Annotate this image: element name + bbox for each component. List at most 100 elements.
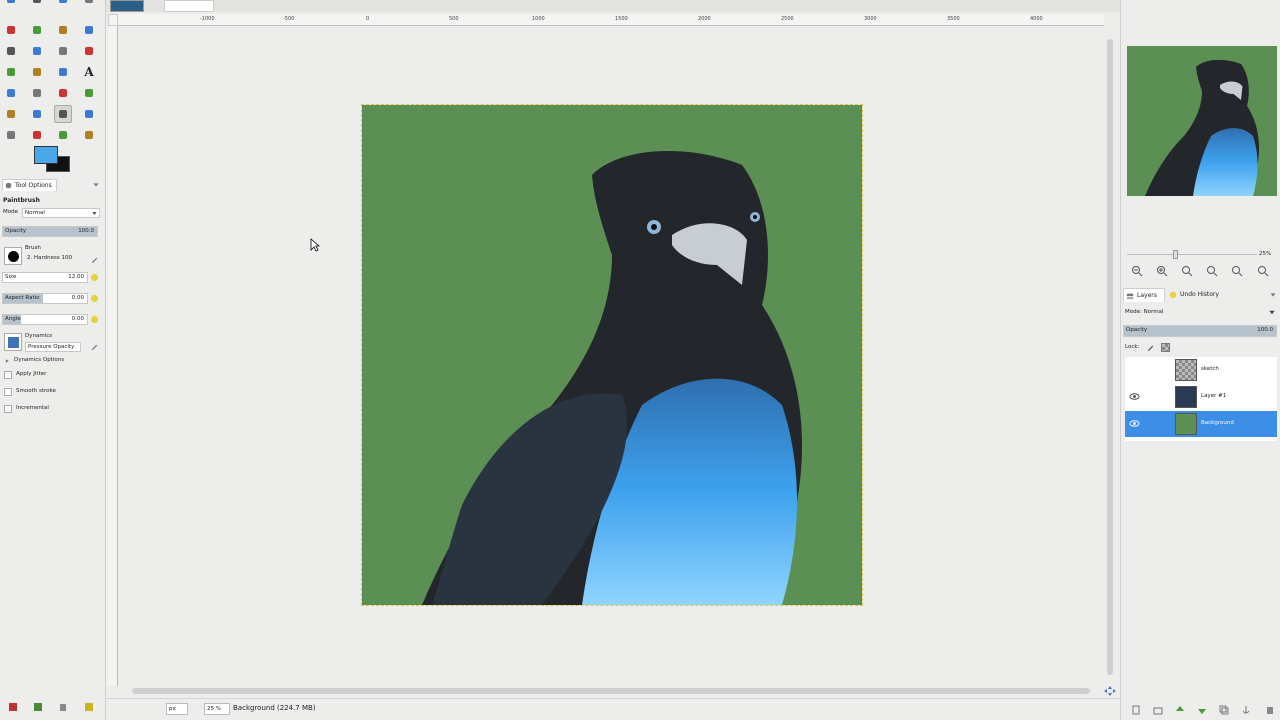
- paths-icon[interactable]: [2, 21, 20, 39]
- new-layer-icon[interactable]: [1131, 705, 1141, 715]
- heal-icon[interactable]: [80, 126, 98, 144]
- angle-slider[interactable]: Angle 0.00: [2, 314, 88, 325]
- image-canvas[interactable]: [361, 104, 863, 606]
- ink-icon[interactable]: [28, 126, 46, 144]
- tool-options-tab-bar: Tool Options: [0, 179, 104, 191]
- fuzzy-select-icon[interactable]: [80, 0, 98, 8]
- incremental-checkbox[interactable]: [4, 405, 12, 413]
- navigator-zoom-slider[interactable]: [1127, 250, 1257, 259]
- aspect-reset-icon[interactable]: [90, 294, 99, 303]
- raise-layer-icon[interactable]: [1175, 705, 1185, 715]
- free-select-icon[interactable]: [54, 0, 72, 8]
- smooth-stroke-checkbox[interactable]: [4, 388, 12, 396]
- layers-mode-chevron-icon[interactable]: [1267, 308, 1277, 317]
- scale-icon[interactable]: [28, 42, 46, 60]
- status-layer-info: Background (224.7 MB): [233, 704, 316, 712]
- vertical-scroll-thumb[interactable]: [1107, 39, 1113, 675]
- dynamics-edit-icon[interactable]: [90, 342, 99, 351]
- color-picker-icon[interactable]: [2, 84, 20, 102]
- measure-icon[interactable]: [54, 84, 72, 102]
- mode-select[interactable]: Normal: [22, 208, 100, 218]
- apply-jitter-checkbox[interactable]: [4, 371, 12, 379]
- tab-layers[interactable]: Layers: [1123, 288, 1165, 302]
- delete-layer-icon[interactable]: [1265, 705, 1275, 715]
- image-tab-raven[interactable]: [110, 0, 144, 12]
- dynamics-options-label[interactable]: Dynamics Options: [14, 357, 64, 363]
- expander-icon[interactable]: [4, 358, 10, 364]
- zoom-select[interactable]: 25 %: [204, 703, 230, 715]
- zoom-in-icon[interactable]: [1156, 265, 1168, 277]
- rotate-icon[interactable]: [2, 42, 20, 60]
- ruler-corner[interactable]: [108, 14, 118, 26]
- zoom-fill-icon[interactable]: [1231, 265, 1243, 277]
- bucket-fill-icon[interactable]: [80, 84, 98, 102]
- tab-undo-history[interactable]: Undo History: [1167, 288, 1229, 302]
- lower-layer-icon[interactable]: [1197, 705, 1207, 715]
- gradient-icon[interactable]: [2, 105, 20, 123]
- brush-edit-icon[interactable]: [90, 255, 99, 264]
- align-icon[interactable]: [54, 21, 72, 39]
- chevron-down-icon: [92, 212, 97, 215]
- opacity-slider[interactable]: Opacity 100.0: [2, 226, 98, 237]
- size-reset-icon[interactable]: [90, 273, 99, 282]
- dynamics-preview[interactable]: [4, 333, 22, 351]
- shear-icon[interactable]: [54, 42, 72, 60]
- angle-reset-icon[interactable]: [90, 315, 99, 324]
- visibility-eye-icon[interactable]: [1129, 392, 1140, 401]
- crop-icon[interactable]: [80, 21, 98, 39]
- layers-tab-bar: Layers Undo History: [1123, 288, 1279, 302]
- layer-row-sketch[interactable]: sketch: [1125, 357, 1277, 383]
- ellipse-select-icon[interactable]: [28, 0, 46, 8]
- airbrush-icon[interactable]: [2, 126, 20, 144]
- eraser-icon[interactable]: [80, 105, 98, 123]
- unit-select[interactable]: px: [166, 703, 188, 715]
- rect-select-icon[interactable]: [2, 0, 20, 8]
- layers-mode-label[interactable]: Mode: Normal: [1125, 309, 1164, 315]
- move-icon[interactable]: [28, 21, 46, 39]
- zoom-out-icon[interactable]: [1131, 265, 1143, 277]
- text-icon[interactable]: A: [80, 63, 98, 81]
- horizontal-scroll-thumb[interactable]: [132, 688, 1090, 694]
- clone-icon[interactable]: [54, 126, 72, 144]
- save-options-icon[interactable]: [8, 702, 18, 712]
- zoom-slider-handle[interactable]: [1173, 250, 1178, 259]
- perspective-icon[interactable]: [80, 42, 98, 60]
- duplicate-layer-icon[interactable]: [1219, 705, 1229, 715]
- aspect-ratio-slider[interactable]: Aspect Ratio 0.00: [2, 293, 88, 304]
- vertical-scrollbar[interactable]: [1104, 27, 1116, 685]
- size-slider[interactable]: Size 12.00: [2, 272, 88, 283]
- layer-row-background[interactable]: Background: [1125, 411, 1277, 437]
- horizontal-ruler: -1000 -500 0 500 1000 1500 2000 2500 3000 3500 400…: [118, 14, 1104, 26]
- zoom-icon[interactable]: [28, 84, 46, 102]
- dynamics-value[interactable]: Pressure Opacity: [25, 342, 81, 352]
- image-tab-blank[interactable]: [164, 0, 214, 12]
- navigator-preview[interactable]: [1127, 46, 1277, 196]
- pencil-icon[interactable]: [28, 105, 46, 123]
- restore-options-icon[interactable]: [33, 702, 43, 712]
- zoom-window-icon[interactable]: [1257, 265, 1269, 277]
- lock-pixels-icon[interactable]: [1146, 343, 1155, 352]
- horizontal-scrollbar[interactable]: [118, 686, 1104, 696]
- right-dock: 25% Layers Undo History Mode: Normal Opa…: [1120, 0, 1280, 720]
- reset-options-icon[interactable]: [84, 702, 94, 712]
- delete-options-icon[interactable]: [58, 702, 68, 712]
- flip-icon[interactable]: [2, 63, 20, 81]
- apply-jitter-label: Apply Jitter: [16, 371, 47, 377]
- new-group-icon[interactable]: [1153, 705, 1163, 715]
- visibility-eye-icon[interactable]: [1129, 419, 1140, 428]
- brush-preview[interactable]: [4, 247, 22, 265]
- layer-opacity-slider[interactable]: Opacity 100.0: [1123, 325, 1277, 337]
- zoom-fit-icon[interactable]: [1206, 265, 1218, 277]
- paintbrush-icon[interactable]: [54, 105, 72, 123]
- warp-icon[interactable]: [54, 63, 72, 81]
- layer-row-layer-1[interactable]: Layer #1: [1125, 384, 1277, 410]
- anchor-layer-icon[interactable]: [1241, 705, 1251, 715]
- zoom-one-icon[interactable]: [1181, 265, 1193, 277]
- layers-dock-menu-icon[interactable]: [1269, 291, 1277, 299]
- dock-menu-icon[interactable]: [92, 181, 100, 189]
- foreground-color-swatch[interactable]: [34, 146, 58, 164]
- navigate-icon[interactable]: [1104, 686, 1116, 696]
- lock-alpha-icon[interactable]: [1161, 343, 1170, 352]
- tab-tool-options[interactable]: Tool Options: [2, 179, 57, 191]
- cage-icon[interactable]: [28, 63, 46, 81]
